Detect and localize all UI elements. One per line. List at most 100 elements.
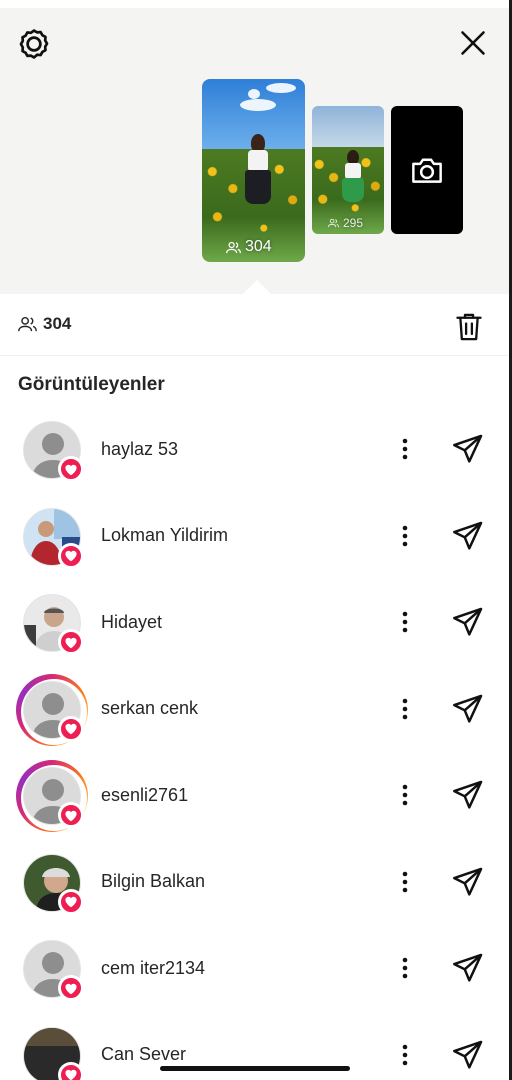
- viewer-username[interactable]: esenli2761: [101, 785, 188, 806]
- close-icon: [461, 31, 485, 55]
- viewer-avatar-button[interactable]: [16, 760, 88, 832]
- heart-icon: [65, 550, 77, 562]
- settings-button[interactable]: [14, 24, 54, 64]
- heart-icon: [65, 723, 77, 735]
- send-message-button[interactable]: [448, 1035, 488, 1075]
- viewer-row[interactable]: cem iter2134: [0, 925, 512, 1012]
- trash-icon: [456, 313, 482, 341]
- story-view-count: 304: [226, 238, 272, 256]
- viewer-username[interactable]: haylaz 53: [101, 439, 178, 460]
- liked-badge: [58, 456, 84, 482]
- viewers-section-title: Görüntüleyenler: [18, 374, 165, 395]
- viewers-icon: [328, 218, 339, 228]
- liked-badge: [58, 888, 84, 915]
- viewers-icon: [18, 316, 37, 332]
- story-person: [342, 149, 365, 220]
- more-options-button[interactable]: [390, 602, 420, 642]
- liked-badge: [58, 629, 84, 655]
- more-options-button[interactable]: [390, 1035, 420, 1075]
- liked-badge: [58, 715, 84, 742]
- send-icon: [453, 434, 483, 463]
- viewer-avatar-button[interactable]: [16, 673, 88, 746]
- more-options-icon: [402, 611, 408, 633]
- more-options-icon: [402, 438, 408, 460]
- story-person: [245, 133, 272, 244]
- viewer-username[interactable]: Bilgin Balkan: [101, 871, 205, 892]
- viewer-username[interactable]: Hidayet: [101, 612, 162, 633]
- gear-icon: [19, 29, 49, 59]
- more-options-icon: [402, 871, 408, 893]
- send-icon: [453, 1040, 483, 1069]
- camera-icon: [412, 158, 442, 183]
- send-message-button[interactable]: [448, 948, 488, 988]
- viewer-summary-bar: 304: [0, 294, 512, 356]
- viewer-row[interactable]: haylaz 53: [0, 406, 512, 493]
- more-options-icon: [402, 784, 408, 806]
- send-message-button[interactable]: [448, 516, 488, 556]
- send-message-button[interactable]: [448, 862, 488, 902]
- viewer-username[interactable]: Can Sever: [101, 1044, 186, 1065]
- send-message-button[interactable]: [448, 429, 488, 469]
- viewer-avatar-button[interactable]: [18, 1022, 86, 1080]
- heart-icon: [65, 637, 77, 648]
- send-icon: [453, 953, 483, 982]
- more-options-button[interactable]: [390, 689, 420, 729]
- heart-icon: [65, 464, 77, 475]
- viewer-row[interactable]: serkan cenk: [0, 666, 512, 753]
- viewer-avatar-button[interactable]: [18, 589, 86, 657]
- viewer-row[interactable]: esenli2761: [0, 752, 512, 839]
- viewer-row[interactable]: Bilgin Balkan: [0, 839, 512, 926]
- close-button[interactable]: [452, 22, 494, 64]
- viewer-row[interactable]: Lokman Yildirim: [0, 493, 512, 580]
- viewer-count: 304: [18, 314, 71, 334]
- more-options-icon: [402, 698, 408, 720]
- status-bar: [0, 0, 512, 8]
- more-options-icon: [402, 957, 408, 979]
- heart-icon: [65, 1069, 77, 1080]
- home-indicator: [160, 1066, 350, 1071]
- send-message-button[interactable]: [448, 602, 488, 642]
- more-options-icon: [402, 525, 408, 547]
- liked-badge: [58, 802, 84, 828]
- add-story-camera-button[interactable]: [391, 106, 463, 234]
- send-message-button[interactable]: [448, 689, 488, 729]
- heart-icon: [65, 983, 77, 994]
- more-options-button[interactable]: [390, 948, 420, 988]
- heart-icon: [65, 810, 77, 821]
- viewer-list: haylaz 53 Lokman Yildirim Hidayet serkan ce…: [0, 406, 512, 1080]
- viewer-avatar-button[interactable]: [18, 849, 86, 917]
- more-options-button[interactable]: [390, 862, 420, 902]
- story-view-count-value: 304: [245, 238, 272, 255]
- send-icon: [453, 607, 483, 636]
- viewers-icon: [226, 241, 241, 253]
- heart-icon: [65, 896, 77, 908]
- story-view-count-value: 295: [343, 216, 364, 230]
- delete-story-button[interactable]: [450, 308, 488, 346]
- viewer-avatar-button[interactable]: [18, 503, 86, 571]
- viewer-avatar-button[interactable]: [18, 416, 86, 484]
- selected-story-pointer: [243, 280, 271, 294]
- liked-badge: [58, 542, 84, 569]
- send-icon: [453, 521, 483, 550]
- story-view-count: 295: [328, 216, 363, 230]
- send-icon: [453, 694, 483, 723]
- story-sky: [312, 106, 384, 150]
- more-options-button[interactable]: [390, 429, 420, 469]
- send-icon: [453, 780, 483, 809]
- story-thumbnail-previous[interactable]: 295: [312, 106, 384, 234]
- story-preview-area: 304 295: [0, 0, 512, 294]
- viewer-count-value: 304: [43, 314, 72, 333]
- viewer-avatar-button[interactable]: [18, 935, 86, 1003]
- send-icon: [453, 867, 483, 896]
- liked-badge: [58, 975, 84, 1001]
- viewer-row[interactable]: Hidayet: [0, 579, 512, 666]
- viewer-username[interactable]: serkan cenk: [101, 698, 198, 719]
- more-options-button[interactable]: [390, 516, 420, 556]
- send-message-button[interactable]: [448, 775, 488, 815]
- story-thumbnail-current[interactable]: 304: [202, 79, 305, 262]
- viewer-username[interactable]: cem iter2134: [101, 958, 205, 979]
- liked-badge: [58, 1061, 84, 1080]
- viewer-username[interactable]: Lokman Yildirim: [101, 525, 228, 546]
- more-options-button[interactable]: [390, 775, 420, 815]
- more-options-icon: [402, 1044, 408, 1066]
